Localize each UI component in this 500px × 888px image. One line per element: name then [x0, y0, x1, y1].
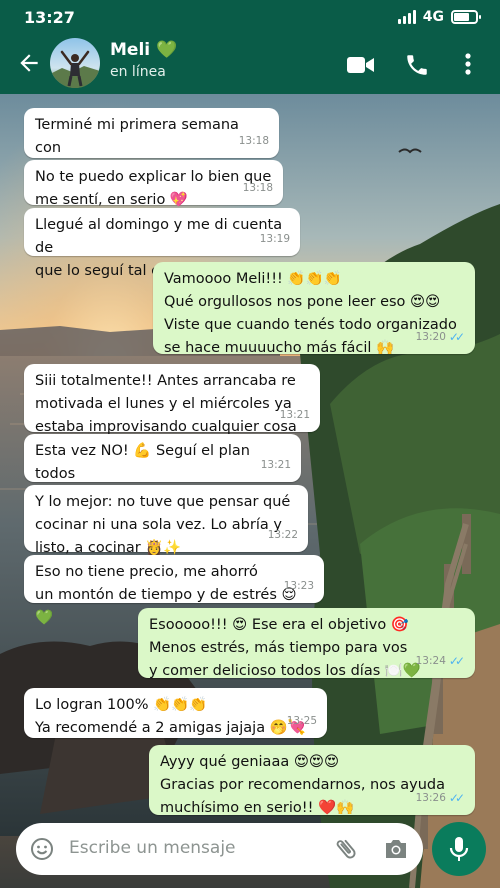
read-ticks-icon: ✓✓	[448, 330, 465, 344]
message-time: 13:22	[267, 529, 298, 541]
message-meta: 13:18	[239, 130, 269, 153]
message-meta: 13:23	[284, 575, 314, 598]
message-incoming[interactable]: Llegué al domingo y me di cuenta de que …	[24, 208, 300, 279]
message-text: No te puedo explicar lo bien que me sent…	[35, 169, 272, 208]
message-time: 13:24	[415, 655, 446, 667]
signal-icon	[397, 10, 416, 24]
message-text: Y lo mejor: no tuve que pensar qué cocin…	[35, 494, 291, 556]
status-bar: 13:27 4G	[0, 0, 500, 34]
camera-icon[interactable]	[383, 837, 409, 861]
mic-icon	[449, 837, 469, 861]
message-incoming[interactable]: No te puedo explicar lo bien que me sent…	[24, 160, 283, 208]
attach-icon[interactable]	[333, 836, 359, 862]
back-arrow-icon[interactable]	[16, 50, 42, 76]
message-incoming[interactable]: Y lo mejor: no tuve que pensar qué cocin…	[24, 485, 308, 556]
emoji-icon[interactable]	[30, 837, 54, 861]
message-composer: Escribe un mensaje	[16, 823, 423, 875]
battery-icon	[451, 10, 481, 24]
message-time: 13:20	[415, 331, 446, 343]
message-meta: 13:20 ✓✓	[416, 326, 465, 349]
message-time: 13:21	[279, 409, 310, 421]
message-meta: 13:21	[280, 404, 310, 427]
message-text: Lo logran 100% 👏👏👏 Ya recomendé a 2 amig…	[35, 697, 306, 736]
message-incoming[interactable]: Terminé mi primera semana con el métodoo…	[24, 108, 279, 179]
message-incoming[interactable]: Esta vez NO! 💪 Seguí el plan todos los d…	[24, 434, 301, 505]
message-meta: 13:19	[260, 228, 290, 251]
message-meta: 13:26 ✓✓	[416, 787, 465, 810]
message-input[interactable]: Escribe un mensaje	[69, 838, 236, 858]
message-meta: 13:25	[287, 710, 317, 733]
contact-name[interactable]: Meli 💚	[110, 40, 177, 60]
message-time: 13:18	[238, 135, 269, 147]
message-time: 13:19	[259, 233, 290, 245]
avatar[interactable]	[50, 38, 100, 88]
message-time: 13:18	[242, 182, 273, 194]
network-label: 4G	[422, 9, 444, 25]
message-meta: 13:22	[268, 524, 298, 547]
read-ticks-icon: ✓✓	[448, 654, 465, 668]
status-time: 13:27	[24, 8, 75, 27]
mic-button[interactable]	[432, 822, 486, 876]
message-meta: 13:18	[243, 177, 273, 200]
message-time: 13:26	[415, 792, 446, 804]
message-incoming[interactable]: Eso no tiene precio, me ahorró un montón…	[24, 555, 324, 626]
message-outgoing[interactable]: Esooooo!!! 😍 Ese era el objetivo 🎯 Menos…	[138, 608, 475, 679]
video-call-icon[interactable]	[347, 55, 375, 75]
phone-icon[interactable]	[404, 52, 430, 78]
contact-status: en línea	[110, 64, 166, 80]
message-incoming[interactable]: Lo logran 100% 👏👏👏 Ya recomendé a 2 amig…	[24, 688, 327, 738]
message-time: 13:25	[286, 715, 317, 727]
message-time: 13:21	[260, 459, 291, 471]
message-outgoing[interactable]: Vamoooo Meli!!! 👏👏👏 Qué orgullosos nos p…	[153, 262, 475, 356]
status-indicators: 4G	[397, 9, 481, 25]
message-incoming[interactable]: Siii totalmente!! Antes arrancaba re mot…	[24, 364, 320, 458]
message-outgoing[interactable]: Ayyy qué geniaaa 😍😍😍 Gracias por recomen…	[149, 745, 475, 816]
more-vert-icon[interactable]	[464, 52, 472, 76]
message-meta: 13:21	[261, 454, 291, 477]
message-meta: 13:24 ✓✓	[416, 650, 465, 673]
read-ticks-icon: ✓✓	[448, 791, 465, 805]
chat-header: 13:27 4G Meli 💚 en línea	[0, 0, 500, 94]
message-time: 13:23	[283, 580, 314, 592]
